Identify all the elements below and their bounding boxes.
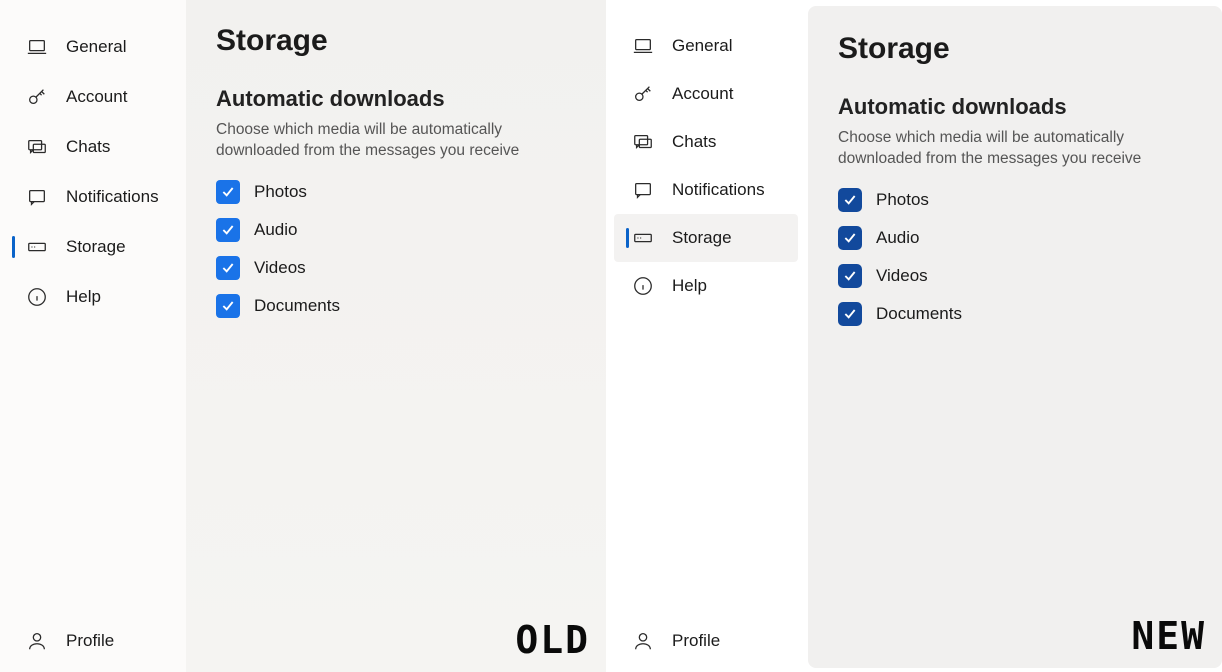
checkbox-toggle[interactable] xyxy=(216,256,240,280)
checkbox-label: Audio xyxy=(254,220,297,240)
sidebar-item-label: Profile xyxy=(66,631,114,651)
sidebar-item-label: Notifications xyxy=(672,180,765,200)
sidebar-item-chats[interactable]: Chats xyxy=(0,122,186,172)
new-sidebar: General Account Chats Notifications Stor… xyxy=(606,0,806,672)
sidebar-item-storage[interactable]: Storage xyxy=(614,214,798,262)
sidebar-item-label: Storage xyxy=(672,228,732,248)
sidebar-item-help[interactable]: Help xyxy=(606,262,806,310)
storage-icon xyxy=(26,236,48,258)
sidebar-item-account[interactable]: Account xyxy=(0,72,186,122)
sidebar-item-notifications[interactable]: Notifications xyxy=(606,166,806,214)
sidebar-item-account[interactable]: Account xyxy=(606,70,806,118)
sidebar-item-notifications[interactable]: Notifications xyxy=(0,172,186,222)
sidebar-item-label: Account xyxy=(672,84,733,104)
sidebar-item-label: Account xyxy=(66,87,127,107)
sidebar-item-label: General xyxy=(66,37,126,57)
sidebar-item-storage[interactable]: Storage xyxy=(0,222,186,272)
sidebar-item-profile[interactable]: Profile xyxy=(606,630,806,652)
checkbox-toggle[interactable] xyxy=(216,218,240,242)
checkbox-toggle[interactable] xyxy=(838,226,862,250)
sidebar-item-help[interactable]: Help xyxy=(0,272,186,322)
checkbox-label: Photos xyxy=(876,190,929,210)
info-icon xyxy=(26,286,48,308)
new-sidebar-list: General Account Chats Notifications Stor… xyxy=(606,0,806,310)
checkbox-toggle[interactable] xyxy=(216,294,240,318)
sidebar-item-general[interactable]: General xyxy=(606,22,806,70)
sidebar-item-label: Storage xyxy=(66,237,126,257)
section-description: Choose which media will be automatically… xyxy=(216,120,576,162)
chats-icon xyxy=(632,131,654,153)
old-sidebar-list: General Account Chats Notifications Stor… xyxy=(0,0,186,322)
sidebar-item-profile[interactable]: Profile xyxy=(0,630,186,652)
checkbox-label: Videos xyxy=(876,266,928,286)
section-title: Automatic downloads xyxy=(838,94,1192,120)
checkbox-label: Documents xyxy=(254,296,340,316)
checkbox-videos[interactable]: Videos xyxy=(838,264,1192,288)
page-title: Storage xyxy=(216,24,576,58)
section-title: Automatic downloads xyxy=(216,86,576,112)
sidebar-item-label: Chats xyxy=(672,132,716,152)
old-tag: OLD xyxy=(515,618,590,662)
checkbox-toggle[interactable] xyxy=(216,180,240,204)
chats-icon xyxy=(26,136,48,158)
key-icon xyxy=(26,86,48,108)
key-icon xyxy=(632,83,654,105)
checkbox-toggle[interactable] xyxy=(838,264,862,288)
person-icon xyxy=(26,630,48,652)
checkbox-videos[interactable]: Videos xyxy=(216,256,576,280)
sidebar-item-label: Profile xyxy=(672,631,720,651)
old-content-panel: Storage Automatic downloads Choose which… xyxy=(186,0,606,672)
sidebar-item-label: General xyxy=(672,36,732,56)
checkbox-documents[interactable]: Documents xyxy=(838,302,1192,326)
sidebar-item-label: Help xyxy=(672,276,707,296)
notify-icon xyxy=(26,186,48,208)
checkbox-audio[interactable]: Audio xyxy=(216,218,576,242)
laptop-icon xyxy=(26,36,48,58)
sidebar-item-general[interactable]: General xyxy=(0,22,186,72)
new-tag: NEW xyxy=(1131,614,1206,658)
checkbox-label: Photos xyxy=(254,182,307,202)
laptop-icon xyxy=(632,35,654,57)
sidebar-item-chats[interactable]: Chats xyxy=(606,118,806,166)
old-check-list: Photos Audio Videos Documents xyxy=(216,180,576,318)
person-icon xyxy=(632,630,654,652)
sidebar-item-label: Help xyxy=(66,287,101,307)
checkbox-label: Documents xyxy=(876,304,962,324)
checkbox-toggle[interactable] xyxy=(838,188,862,212)
new-check-list: Photos Audio Videos Documents xyxy=(838,188,1192,326)
checkbox-photos[interactable]: Photos xyxy=(216,180,576,204)
checkbox-toggle[interactable] xyxy=(838,302,862,326)
page-title: Storage xyxy=(838,32,1192,66)
notify-icon xyxy=(632,179,654,201)
sidebar-item-label: Notifications xyxy=(66,187,159,207)
old-sidebar: General Account Chats Notifications Stor… xyxy=(0,0,186,672)
new-content-panel: Storage Automatic downloads Choose which… xyxy=(808,6,1222,668)
info-icon xyxy=(632,275,654,297)
checkbox-label: Videos xyxy=(254,258,306,278)
section-description: Choose which media will be automatically… xyxy=(838,128,1192,170)
checkbox-documents[interactable]: Documents xyxy=(216,294,576,318)
checkbox-photos[interactable]: Photos xyxy=(838,188,1192,212)
checkbox-audio[interactable]: Audio xyxy=(838,226,1192,250)
checkbox-label: Audio xyxy=(876,228,919,248)
storage-icon xyxy=(632,227,654,249)
sidebar-item-label: Chats xyxy=(66,137,110,157)
